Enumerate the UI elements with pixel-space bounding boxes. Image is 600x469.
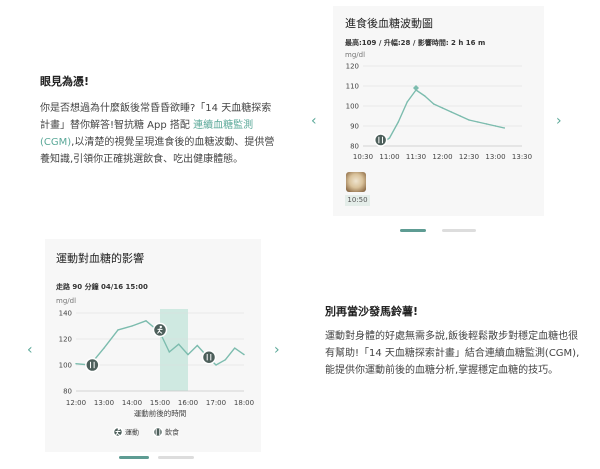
x-tick-label: 18:00: [234, 399, 254, 407]
x-tick-label: 12:00: [432, 153, 452, 161]
y-tick-label: 80: [350, 143, 359, 151]
runner-head-icon: [117, 427, 121, 431]
carousel-prev-arrow[interactable]: ‹: [27, 343, 33, 357]
carousel-prev-arrow[interactable]: ‹: [311, 114, 317, 128]
data-point: [441, 107, 444, 109]
data-point: [494, 125, 497, 127]
data-point: [406, 101, 408, 103]
y-tick-label: 110: [346, 83, 359, 91]
carousel-next-arrow[interactable]: ›: [556, 114, 562, 128]
data-point: [468, 119, 470, 121]
carousel-dot-active[interactable]: [400, 229, 426, 232]
meal-glucose-chart: 80 90 100 110 120 10:30 11:00 11:30 12:00 12:30 13…: [346, 63, 532, 162]
x-tick-label: 16:00: [178, 399, 198, 407]
x-tick-label: 14:00: [122, 399, 142, 407]
data-point: [224, 359, 227, 361]
data-point: [131, 325, 133, 327]
y-tick-label: 100: [346, 103, 359, 111]
body-text: ,以清楚的視覺呈現進食後的血糖波動、提供營養知識,引領你正確挑選飲食、吃出健康體…: [40, 137, 275, 165]
data-point: [168, 351, 171, 353]
data-point: [215, 364, 217, 366]
meal-marker: [201, 349, 217, 365]
meal-marker: [373, 133, 388, 147]
data-point: [477, 121, 479, 123]
data-point: [432, 103, 435, 105]
data-point: [196, 344, 199, 347]
data-point: [145, 320, 147, 322]
y-tick-label: 140: [59, 310, 72, 318]
meal-time-label: 10:50: [345, 195, 370, 206]
carousel-dot[interactable]: [442, 229, 476, 232]
x-tick-label: 13:00: [94, 399, 114, 407]
data-point: [450, 111, 453, 113]
x-axis-label: 運動前後的時間: [134, 408, 187, 418]
y-tick-label: 120: [59, 336, 72, 344]
runner-head-icon: [159, 325, 162, 329]
exercise-glucose-card: 運動對血糖的影響 走路 90 分鐘 04/16 15:00 mg/dl 80 10…: [45, 239, 261, 452]
y-tick-label: 120: [346, 63, 359, 71]
meal-glucose-card: 進食後血糖波動圖 最高:109 / 升幅:28 / 影響時間: 2 h 16 m…: [333, 6, 544, 216]
legend-label: 運動: [125, 428, 139, 437]
section-body-cgm-intro: 你是否想過為什麼飯後常昏昏欲睡?「14 天血糖探索計畫」替你解答!智抗糖 App…: [40, 100, 280, 168]
data-point: [397, 121, 400, 123]
data-point: [233, 347, 236, 349]
data-point: [117, 329, 119, 331]
y-tick-label: 90: [350, 123, 359, 131]
meal-marker: [85, 357, 100, 373]
x-tick-label: 11:00: [379, 153, 399, 161]
x-tick-label: 12:00: [66, 399, 86, 407]
exercise-glucose-chart: 80 100 120 140 12:00 13:00 14:00 15:00 16:00 17:0…: [59, 309, 254, 438]
legend-label: 飲食: [165, 428, 179, 437]
x-tick-label: 12:30: [459, 153, 479, 161]
data-point: [485, 123, 488, 125]
carousel-dot[interactable]: [158, 456, 194, 459]
x-tick-label: 15:00: [150, 399, 170, 407]
data-point: [187, 353, 189, 356]
x-tick-label: 11:30: [406, 153, 426, 161]
data-point: [424, 95, 426, 97]
meal-marker: [152, 426, 164, 438]
data-point: [503, 127, 506, 129]
data-point: [243, 353, 245, 356]
carousel-dot-active[interactable]: [119, 456, 149, 459]
carousel-next-arrow[interactable]: ›: [274, 343, 280, 357]
x-tick-label: 17:00: [206, 399, 226, 407]
series-line: [380, 89, 505, 145]
data-point: [103, 347, 105, 349]
meal-photo-thumbnail[interactable]: [346, 172, 366, 192]
data-point: [75, 363, 77, 365]
section-heading-couch-potato: 別再當沙發馬鈴薯!: [325, 305, 419, 318]
data-point: [459, 115, 461, 117]
x-tick-label: 10:30: [353, 153, 373, 161]
x-tick-label: 13:00: [485, 153, 505, 161]
section-body-exercise: 運動對身體的好處無需多說,飯後輕鬆散步對穩定血糖也很有幫助!「14 天血糖探索計…: [325, 331, 580, 376]
y-tick-label: 100: [59, 362, 72, 370]
y-tick-label: 80: [63, 388, 72, 396]
x-tick-label: 13:30: [512, 153, 532, 161]
section-heading-see-is-believe: 眼見為憑!: [40, 75, 90, 88]
data-point: [177, 343, 180, 345]
data-point: [388, 137, 391, 139]
